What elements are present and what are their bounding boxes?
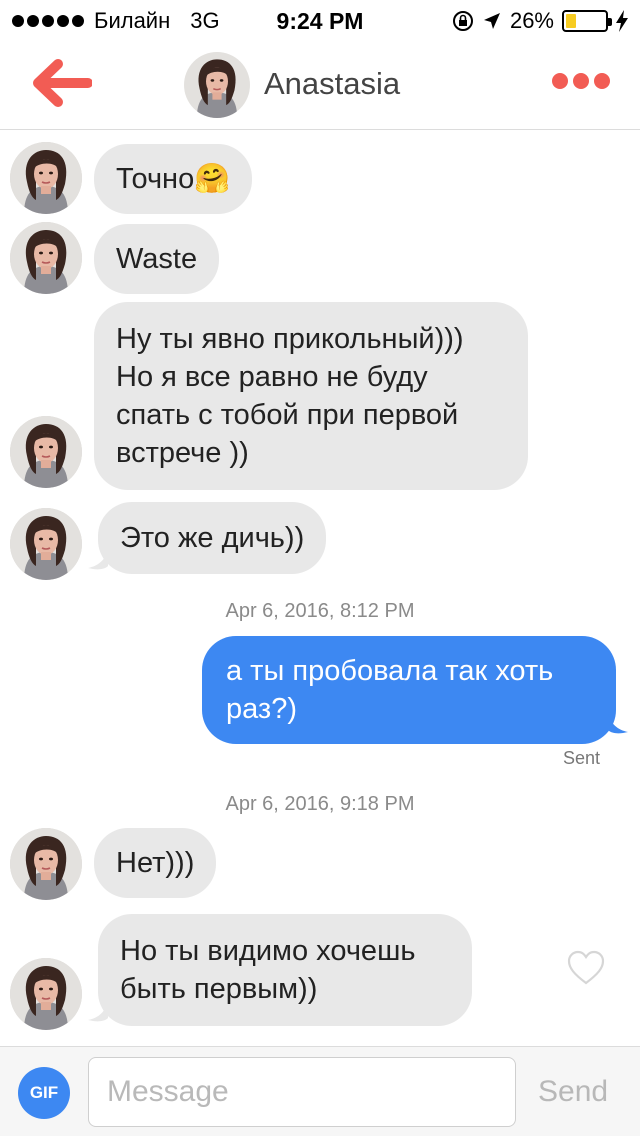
battery-percent: 26%	[509, 8, 554, 33]
message-input[interactable]	[88, 1057, 516, 1127]
message-bubble: Точно🤗	[94, 144, 253, 214]
status-bar: Билайн 3G 9:24 PM 26%	[0, 0, 640, 40]
battery-icon	[562, 10, 612, 32]
location-arrow-icon	[483, 13, 500, 29]
message-timestamp: Apr 6, 2016, 9:18 PM	[225, 793, 415, 815]
message-bubble: Нет)))	[94, 828, 217, 898]
sent-status: Sent	[562, 748, 600, 768]
contact-avatar[interactable]	[184, 52, 250, 118]
sender-avatar[interactable]	[10, 828, 82, 900]
charging-bolt-icon	[616, 10, 628, 32]
sender-avatar[interactable]	[10, 958, 82, 1030]
sender-avatar[interactable]	[10, 416, 82, 488]
bubble-tail	[608, 712, 628, 734]
gif-button[interactable]: GIF	[18, 1067, 70, 1119]
message-composer: GIF Send	[0, 1046, 640, 1136]
like-heart-icon[interactable]	[566, 948, 606, 988]
send-button[interactable]: Send	[538, 1075, 608, 1109]
sender-avatar[interactable]	[10, 508, 82, 580]
message-bubble-outgoing: а ты пробовала так хоть раз?)	[202, 636, 616, 744]
sender-avatar[interactable]	[10, 142, 82, 214]
chat-header: Anastasia	[0, 40, 640, 130]
orientation-lock-icon	[452, 11, 473, 31]
message-bubble: Но ты видимо хочешь быть первым))	[98, 914, 472, 1026]
message-bubble: Ну ты явно прикольный))) Но я все равно …	[94, 302, 528, 490]
back-arrow-icon[interactable]	[28, 58, 92, 108]
contact-name[interactable]: Anastasia	[264, 66, 400, 102]
message-bubble: Waste	[94, 224, 220, 294]
message-timestamp: Apr 6, 2016, 8:12 PM	[225, 600, 415, 622]
more-options-icon[interactable]	[552, 70, 610, 92]
message-bubble: Это же дичь))	[98, 502, 327, 574]
sender-avatar[interactable]	[10, 222, 82, 294]
